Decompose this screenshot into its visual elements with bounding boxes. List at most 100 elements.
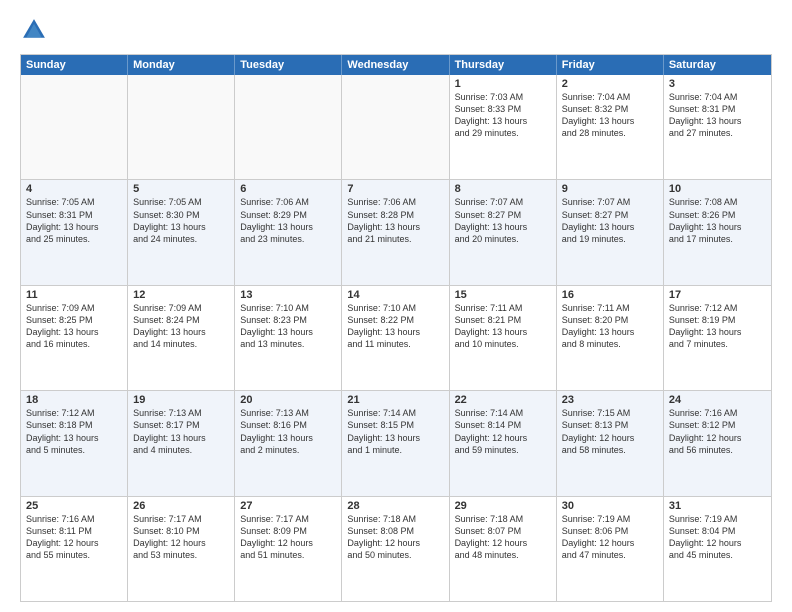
day-number: 1: [455, 78, 551, 90]
cell-line: Sunrise: 7:19 AM: [669, 513, 766, 525]
calendar-cell: [21, 75, 128, 179]
cell-line: and 48 minutes.: [455, 549, 551, 561]
cell-line: Sunset: 8:32 PM: [562, 103, 658, 115]
calendar-cell: 25Sunrise: 7:16 AMSunset: 8:11 PMDayligh…: [21, 497, 128, 601]
calendar-cell: 28Sunrise: 7:18 AMSunset: 8:08 PMDayligh…: [342, 497, 449, 601]
cell-line: Sunrise: 7:12 AM: [26, 407, 122, 419]
cell-line: Daylight: 13 hours: [347, 432, 443, 444]
cell-line: Sunrise: 7:09 AM: [133, 302, 229, 314]
day-number: 31: [669, 500, 766, 512]
cell-line: Sunset: 8:20 PM: [562, 314, 658, 326]
cell-line: and 16 minutes.: [26, 338, 122, 350]
cell-line: and 53 minutes.: [133, 549, 229, 561]
cell-line: Sunset: 8:09 PM: [240, 525, 336, 537]
cell-line: Sunrise: 7:13 AM: [133, 407, 229, 419]
cell-line: Sunset: 8:16 PM: [240, 419, 336, 431]
day-number: 22: [455, 394, 551, 406]
cell-line: and 7 minutes.: [669, 338, 766, 350]
cell-line: and 2 minutes.: [240, 444, 336, 456]
cell-line: Sunrise: 7:11 AM: [562, 302, 658, 314]
cell-line: Daylight: 13 hours: [562, 221, 658, 233]
calendar-row: 11Sunrise: 7:09 AMSunset: 8:25 PMDayligh…: [21, 286, 771, 391]
cell-line: Daylight: 13 hours: [26, 432, 122, 444]
cell-line: and 10 minutes.: [455, 338, 551, 350]
calendar-header-cell: Sunday: [21, 55, 128, 75]
day-number: 18: [26, 394, 122, 406]
cell-line: Sunset: 8:10 PM: [133, 525, 229, 537]
cell-line: Sunrise: 7:06 AM: [240, 196, 336, 208]
calendar-cell: 29Sunrise: 7:18 AMSunset: 8:07 PMDayligh…: [450, 497, 557, 601]
cell-line: Sunset: 8:26 PM: [669, 209, 766, 221]
cell-line: and 1 minute.: [347, 444, 443, 456]
cell-line: and 29 minutes.: [455, 127, 551, 139]
cell-line: and 47 minutes.: [562, 549, 658, 561]
cell-line: and 21 minutes.: [347, 233, 443, 245]
calendar: SundayMondayTuesdayWednesdayThursdayFrid…: [20, 54, 772, 602]
day-number: 8: [455, 183, 551, 195]
cell-line: Daylight: 13 hours: [562, 115, 658, 127]
day-number: 14: [347, 289, 443, 301]
day-number: 17: [669, 289, 766, 301]
calendar-row: 1Sunrise: 7:03 AMSunset: 8:33 PMDaylight…: [21, 75, 771, 180]
calendar-header-cell: Thursday: [450, 55, 557, 75]
cell-line: Daylight: 12 hours: [455, 537, 551, 549]
cell-line: Sunrise: 7:07 AM: [562, 196, 658, 208]
cell-line: Sunset: 8:33 PM: [455, 103, 551, 115]
cell-line: and 5 minutes.: [26, 444, 122, 456]
cell-line: Sunrise: 7:11 AM: [455, 302, 551, 314]
cell-line: Daylight: 13 hours: [26, 221, 122, 233]
cell-line: and 55 minutes.: [26, 549, 122, 561]
cell-line: Daylight: 13 hours: [240, 432, 336, 444]
page: SundayMondayTuesdayWednesdayThursdayFrid…: [0, 0, 792, 612]
day-number: 7: [347, 183, 443, 195]
cell-line: Daylight: 12 hours: [669, 537, 766, 549]
cell-line: Daylight: 13 hours: [347, 326, 443, 338]
cell-line: Daylight: 13 hours: [562, 326, 658, 338]
cell-line: Daylight: 12 hours: [562, 432, 658, 444]
calendar-cell: 31Sunrise: 7:19 AMSunset: 8:04 PMDayligh…: [664, 497, 771, 601]
calendar-cell: 24Sunrise: 7:16 AMSunset: 8:12 PMDayligh…: [664, 391, 771, 495]
day-number: 30: [562, 500, 658, 512]
cell-line: Daylight: 13 hours: [347, 221, 443, 233]
day-number: 19: [133, 394, 229, 406]
cell-line: Sunrise: 7:08 AM: [669, 196, 766, 208]
cell-line: Sunset: 8:28 PM: [347, 209, 443, 221]
calendar-cell: 2Sunrise: 7:04 AMSunset: 8:32 PMDaylight…: [557, 75, 664, 179]
cell-line: Sunrise: 7:06 AM: [347, 196, 443, 208]
calendar-cell: 9Sunrise: 7:07 AMSunset: 8:27 PMDaylight…: [557, 180, 664, 284]
cell-line: Sunset: 8:12 PM: [669, 419, 766, 431]
cell-line: and 58 minutes.: [562, 444, 658, 456]
cell-line: Sunset: 8:21 PM: [455, 314, 551, 326]
day-number: 6: [240, 183, 336, 195]
cell-line: Sunset: 8:15 PM: [347, 419, 443, 431]
day-number: 4: [26, 183, 122, 195]
calendar-cell: [128, 75, 235, 179]
calendar-cell: 1Sunrise: 7:03 AMSunset: 8:33 PMDaylight…: [450, 75, 557, 179]
calendar-cell: 12Sunrise: 7:09 AMSunset: 8:24 PMDayligh…: [128, 286, 235, 390]
cell-line: and 25 minutes.: [26, 233, 122, 245]
cell-line: and 50 minutes.: [347, 549, 443, 561]
cell-line: Daylight: 13 hours: [26, 326, 122, 338]
cell-line: Sunrise: 7:18 AM: [347, 513, 443, 525]
cell-line: and 20 minutes.: [455, 233, 551, 245]
cell-line: Daylight: 13 hours: [240, 326, 336, 338]
cell-line: Sunrise: 7:09 AM: [26, 302, 122, 314]
calendar-cell: 11Sunrise: 7:09 AMSunset: 8:25 PMDayligh…: [21, 286, 128, 390]
cell-line: and 45 minutes.: [669, 549, 766, 561]
day-number: 2: [562, 78, 658, 90]
calendar-header-cell: Friday: [557, 55, 664, 75]
calendar-cell: 10Sunrise: 7:08 AMSunset: 8:26 PMDayligh…: [664, 180, 771, 284]
calendar-cell: 18Sunrise: 7:12 AMSunset: 8:18 PMDayligh…: [21, 391, 128, 495]
cell-line: Sunset: 8:23 PM: [240, 314, 336, 326]
cell-line: Sunset: 8:07 PM: [455, 525, 551, 537]
cell-line: Sunrise: 7:12 AM: [669, 302, 766, 314]
cell-line: Daylight: 13 hours: [133, 432, 229, 444]
day-number: 21: [347, 394, 443, 406]
day-number: 29: [455, 500, 551, 512]
cell-line: Daylight: 12 hours: [26, 537, 122, 549]
calendar-cell: 4Sunrise: 7:05 AMSunset: 8:31 PMDaylight…: [21, 180, 128, 284]
cell-line: Daylight: 13 hours: [669, 326, 766, 338]
cell-line: and 8 minutes.: [562, 338, 658, 350]
cell-line: and 56 minutes.: [669, 444, 766, 456]
cell-line: Daylight: 13 hours: [669, 115, 766, 127]
